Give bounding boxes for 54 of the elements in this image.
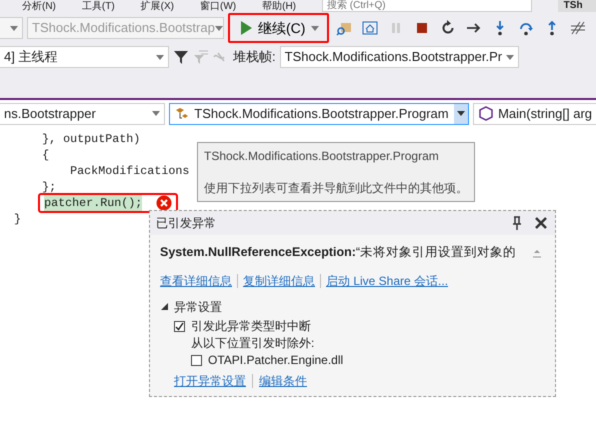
caret-icon[interactable] (156, 54, 164, 60)
code-line: { (41, 147, 50, 163)
scroll-arrows-icon[interactable] (533, 248, 541, 258)
settings-heading: 异常设置 (174, 298, 222, 316)
except-label: 从以下位置引发时除外: (191, 334, 314, 352)
caret-icon[interactable] (152, 111, 160, 116)
caret-icon[interactable] (457, 111, 466, 116)
tooltip-title: TShock.Modifications.Bootstrapper.Program (204, 148, 440, 165)
tooltip-text: 使用下拉列表可查看并导航到此文件中的其他项。 (204, 180, 468, 197)
code-line: }, outputPath) (41, 131, 140, 147)
thread-dropdown[interactable]: 4] 主线程 (0, 46, 169, 68)
exception-message: System.NullReferenceException:“未将对象引用设置到对象的 (159, 244, 518, 261)
link[interactable]: 复制详细信息 (243, 272, 315, 290)
config-dropdown[interactable] (0, 17, 23, 39)
expanded-icon[interactable] (160, 302, 169, 312)
checkbox[interactable] (191, 354, 202, 366)
menu-item[interactable]: 扩展(X) (140, 1, 174, 12)
member-dropdown[interactable]: Main(string[] arg (473, 102, 596, 124)
checkbox-label: 引发此异常类型时中断 (191, 318, 311, 335)
popup-title: 已引发异常 (156, 215, 216, 232)
continue-button[interactable]: 继续(C) (228, 13, 330, 43)
stack-frame-dropdown[interactable]: TShock.Modifications.Bootstrapper.Pr (280, 46, 519, 68)
link[interactable]: 查看详细信息 (160, 272, 232, 290)
checkbox[interactable] (174, 320, 185, 332)
project-dropdown[interactable]: ns.Bootstrapper (0, 102, 166, 124)
home-window-icon[interactable] (362, 20, 378, 36)
caret-icon (311, 26, 320, 30)
caret-icon[interactable] (506, 54, 514, 60)
menu-item[interactable]: 帮助(H) (262, 1, 296, 12)
filter-icon[interactable] (173, 49, 189, 65)
caret-icon[interactable] (214, 26, 223, 30)
code-line: PackModifications (69, 163, 190, 179)
restart-icon[interactable] (440, 20, 456, 36)
type-dropdown[interactable]: TShock.Modifications.Bootstrapper.Program (169, 102, 470, 124)
menu-item[interactable]: 窗口(W) (200, 1, 236, 12)
class-icon (174, 106, 190, 122)
hex-icon[interactable] (570, 20, 586, 36)
step-over-icon[interactable] (518, 20, 534, 36)
link[interactable]: 启动 Live Share 会话... (326, 272, 448, 290)
caret-icon[interactable] (10, 26, 18, 30)
window-title: TSh (558, 0, 596, 12)
stack-frame-label: 堆栈帧: (233, 48, 276, 66)
code-line: } (13, 211, 22, 227)
method-icon (478, 106, 494, 122)
close-icon[interactable] (533, 215, 549, 231)
checkbox-label: OTAPI.Patcher.Engine.dll (208, 352, 344, 369)
code-line: }; (41, 179, 56, 195)
menu-item[interactable]: 工具(T) (82, 1, 115, 12)
play-icon (238, 20, 252, 36)
link[interactable]: 编辑条件 (259, 372, 307, 390)
menu-item[interactable]: 分析(N) (22, 1, 56, 12)
search-field[interactable]: 搜索 (Ctrl+Q) (322, 0, 532, 12)
link[interactable]: 打开异常设置 (174, 372, 246, 390)
folder-search-icon[interactable] (336, 20, 352, 36)
